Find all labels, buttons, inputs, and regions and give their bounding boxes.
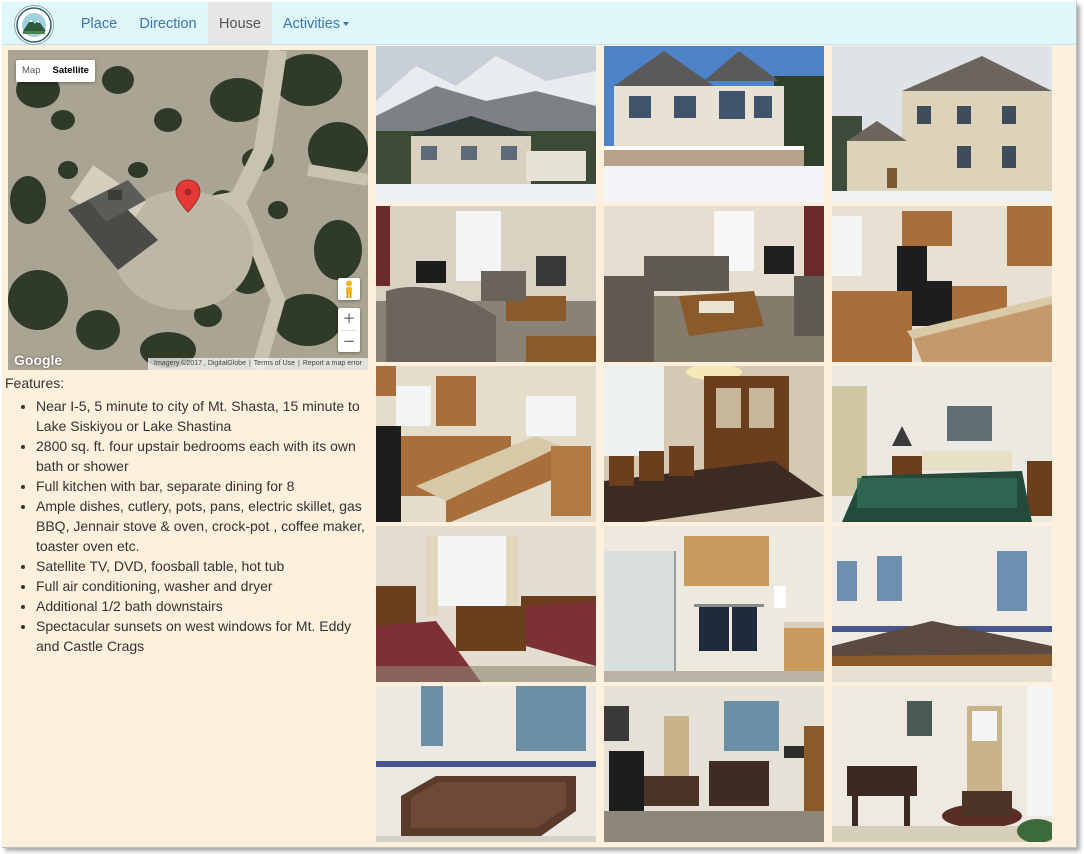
photo-living-room-coffee-table[interactable]	[604, 206, 824, 362]
photo-kitchen-bar[interactable]	[376, 366, 596, 522]
photo-living-room-sofa[interactable]	[376, 206, 596, 362]
photo-foosball-room[interactable]	[832, 686, 1052, 842]
photo-upstairs-landing[interactable]	[832, 526, 1052, 682]
photo-house-winter-mountain[interactable]	[376, 46, 596, 202]
navbar: Place Direction House Activities	[2, 2, 1076, 45]
nav-place[interactable]: Place	[70, 2, 128, 44]
feature-item: Additional 1/2 bath downstairs	[36, 596, 371, 616]
photo-hot-tub-room[interactable]	[376, 686, 596, 842]
features-heading: Features:	[5, 375, 65, 391]
nav-direction-label: Direction	[139, 16, 197, 32]
map-type-satellite-button[interactable]: Satellite	[46, 60, 94, 82]
imagery-credit: Imagery ©2017 , DigitalGlobe	[154, 360, 246, 367]
zoom-control: + −	[338, 308, 360, 352]
feature-item: Spectacular sunsets on west windows for …	[36, 616, 371, 656]
zoom-in-button[interactable]: +	[338, 308, 360, 330]
satellite-imagery	[8, 50, 368, 370]
zoom-out-button[interactable]: −	[338, 331, 360, 353]
features-list: Near I-5, 5 minute to city of Mt. Shasta…	[5, 396, 371, 656]
nav-activities-label: Activities	[282, 16, 341, 32]
map-attribution: Imagery ©2017 , DigitalGlobe | Terms of Us…	[148, 358, 368, 370]
caret-down-icon	[343, 22, 350, 27]
nav-activities-dropdown[interactable]: Activities	[278, 2, 354, 44]
nav-direction[interactable]: Direction	[132, 2, 204, 44]
mountain-logo-icon[interactable]	[14, 5, 54, 45]
feature-item: Near I-5, 5 minute to city of Mt. Shasta…	[36, 396, 371, 436]
map-type-control: Map Satellite	[16, 60, 95, 82]
photo-game-room[interactable]	[604, 686, 824, 842]
satellite-map[interactable]: Map Satellite + − Google Imagery ©2017 ,…	[8, 50, 368, 370]
feature-item: Full kitchen with bar, separate dining f…	[36, 476, 371, 496]
feature-item: 2800 sq. ft. four upstair bedrooms each …	[36, 436, 371, 476]
feature-item: Satellite TV, DVD, foosball table, hot t…	[36, 556, 371, 576]
photo-twin-bedroom[interactable]	[376, 526, 596, 682]
nav-house[interactable]: House	[208, 2, 272, 44]
photo-dining-room[interactable]	[604, 366, 824, 522]
street-view-pegman-icon[interactable]	[338, 278, 360, 300]
feature-item: Ample dishes, cutlery, pots, pans, elect…	[36, 496, 371, 556]
nav-house-label: House	[219, 16, 261, 32]
map-type-map-button[interactable]: Map	[16, 60, 46, 82]
report-map-error-link[interactable]: Report a map error	[300, 360, 365, 367]
feature-item: Full air conditioning, washer and dryer	[36, 576, 371, 596]
nav-place-label: Place	[80, 16, 118, 32]
terms-of-use-link[interactable]: Terms of Use	[251, 360, 298, 367]
photo-bedroom-queen[interactable]	[832, 366, 1052, 522]
photo-house-side[interactable]	[832, 46, 1052, 202]
photo-bathroom[interactable]	[604, 526, 824, 682]
photo-kitchen[interactable]	[832, 206, 1052, 362]
google-logo[interactable]: Google	[14, 352, 62, 368]
page-frame: Place Direction House Activities Map Sat…	[2, 2, 1077, 848]
photo-house-front-porch[interactable]	[604, 46, 824, 202]
